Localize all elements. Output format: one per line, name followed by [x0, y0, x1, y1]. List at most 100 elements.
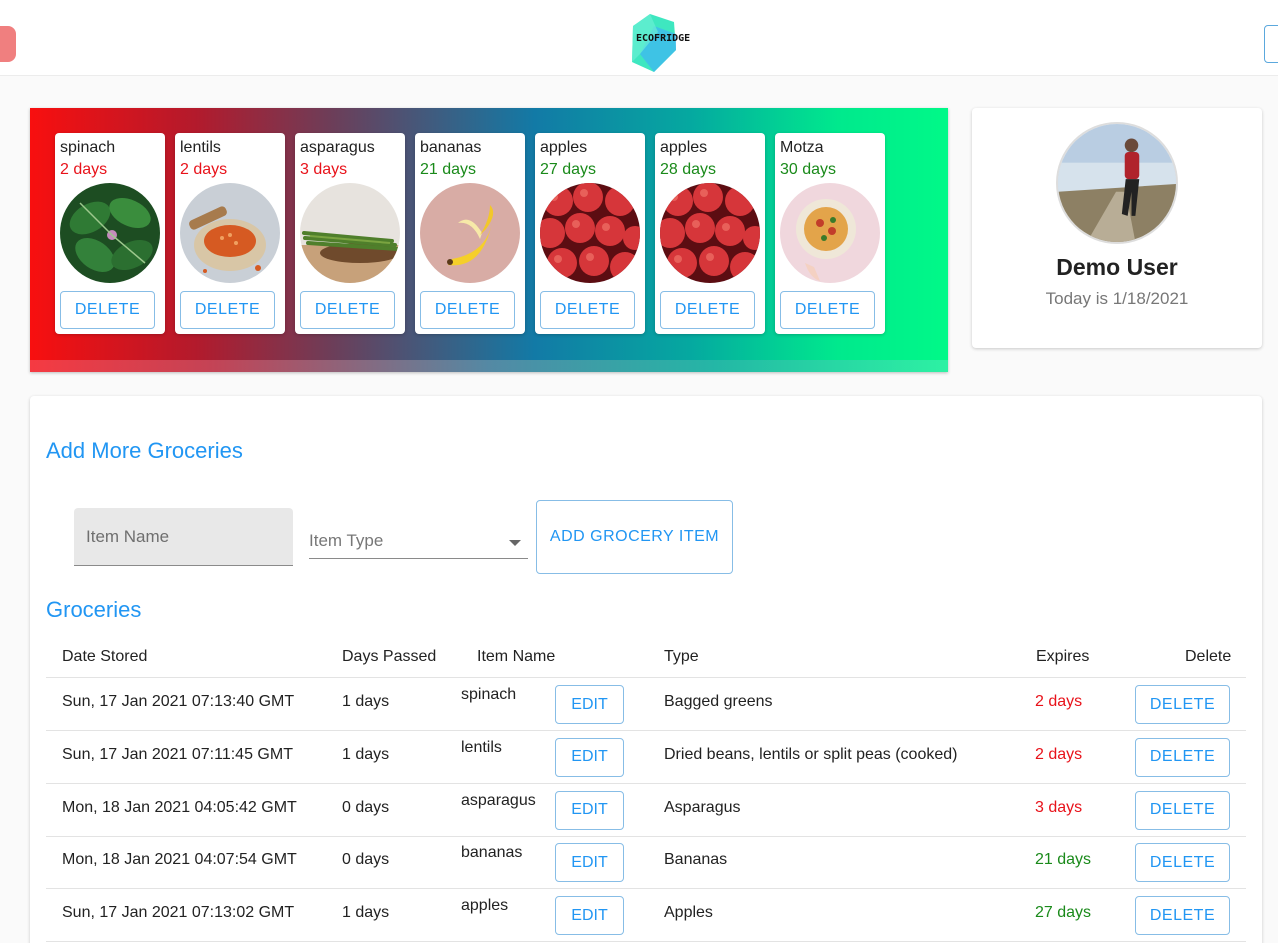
table-row: Mon, 18 Jan 2021 04:07:54 GMT 0 days banan… [46, 836, 1246, 890]
food-image [300, 183, 400, 283]
food-card: bananas 21 days DELETE [415, 133, 525, 334]
food-card: apples 27 days DELETE [535, 133, 645, 334]
cell-item-name: asparagus [461, 791, 536, 809]
dropdown-caret-icon [509, 540, 521, 546]
add-grocery-item-button[interactable]: ADD GROCERY ITEM [536, 500, 733, 574]
cell-days-passed: 1 days [342, 693, 390, 710]
cell-days-passed: 1 days [342, 745, 390, 763]
item-type-select[interactable]: Item Type [309, 516, 528, 559]
row-delete-button[interactable]: DELETE [1135, 685, 1230, 724]
cell-item-name: apples [461, 897, 509, 915]
edit-button[interactable]: EDIT [555, 896, 624, 936]
cell-item-name: spinach [461, 686, 517, 703]
edit-button[interactable]: EDIT [555, 685, 624, 724]
food-name: apples [540, 139, 588, 156]
profile-name: Demo User [1056, 254, 1178, 280]
cell-days-passed: 1 days [342, 904, 390, 922]
row-delete-button[interactable]: DELETE [1135, 896, 1230, 936]
app-bar: ECOFRIDGE [0, 0, 1278, 76]
cell-item-name: lentils [461, 738, 502, 756]
edit-button[interactable]: EDIT [555, 790, 624, 830]
cell-days-passed: 0 days [342, 851, 390, 869]
food-image [780, 183, 880, 283]
food-days-left: 2 days [60, 161, 108, 178]
expiring-items-banner: spinach 2 days DELETE lentils 2 days DELETE as… [30, 108, 948, 372]
table-row: Mon, 18 Jan 2021 04:05:42 GMT 0 days aspar… [46, 784, 1246, 837]
account-button[interactable] [1264, 25, 1278, 63]
cell-item-name: bananas [461, 844, 523, 862]
cell-expires: 27 days [1035, 904, 1092, 922]
item-name-placeholder: Item Name [86, 527, 170, 546]
food-delete-button[interactable]: DELETE [180, 291, 275, 329]
item-type-placeholder: Item Type [309, 531, 384, 550]
food-delete-button[interactable]: DELETE [60, 291, 155, 329]
food-name: Motza [780, 139, 824, 156]
cell-type: Apples [664, 904, 713, 922]
cell-type: Asparagus [664, 798, 741, 816]
cell-expires: 2 days [1035, 693, 1083, 710]
edit-button[interactable]: EDIT [555, 737, 624, 777]
col-days-passed[interactable]: Days Passed [342, 648, 436, 666]
food-image [420, 183, 520, 283]
ecofridge-logo[interactable] [618, 14, 698, 74]
food-delete-button[interactable]: DELETE [660, 291, 755, 329]
row-delete-button[interactable]: DELETE [1135, 737, 1230, 777]
food-days-left: 21 days [420, 161, 477, 178]
col-delete[interactable]: Delete [1185, 648, 1231, 666]
food-name: asparagus [300, 139, 375, 156]
groceries-panel: Add More Groceries Item Name Item Type A… [30, 396, 1262, 943]
add-groceries-title: Add More Groceries [46, 438, 243, 463]
cell-date-stored: Mon, 18 Jan 2021 04:07:54 GMT [62, 851, 297, 869]
food-card: apples 28 days DELETE [655, 133, 765, 334]
table-header: Date Stored Days Passed Item Name Type E… [46, 642, 1246, 678]
food-name: spinach [60, 139, 116, 156]
menu-button[interactable] [0, 26, 16, 62]
cell-expires: 2 days [1035, 745, 1083, 763]
food-card: spinach 2 days DELETE [55, 133, 165, 334]
cell-type: Bananas [664, 851, 728, 869]
food-image [60, 183, 160, 283]
edit-button[interactable]: EDIT [555, 843, 624, 883]
row-delete-button[interactable]: DELETE [1135, 790, 1230, 830]
food-days-left: 27 days [540, 161, 597, 178]
food-image [660, 183, 760, 283]
food-days-left: 2 days [180, 161, 228, 178]
banner-scrollbar[interactable] [30, 360, 948, 372]
food-days-left: 3 days [300, 161, 348, 178]
logo-text: ECOFRIDGE [636, 33, 691, 44]
food-days-left: 30 days [780, 161, 837, 178]
food-image [180, 183, 280, 283]
cell-type: Bagged greens [664, 693, 773, 710]
food-delete-button[interactable]: DELETE [540, 291, 635, 329]
avatar [1056, 122, 1178, 244]
food-days-left: 28 days [660, 161, 717, 178]
food-name: apples [660, 139, 708, 156]
table-row: Sun, 17 Jan 2021 07:13:40 GMT 1 days spina… [46, 678, 1246, 731]
food-card: lentils 2 days DELETE [175, 133, 285, 334]
col-expires[interactable]: Expires [1036, 648, 1089, 666]
food-delete-button[interactable]: DELETE [300, 291, 395, 329]
food-name: lentils [180, 139, 221, 156]
food-name: bananas [420, 139, 482, 156]
food-delete-button[interactable]: DELETE [420, 291, 515, 329]
cell-date-stored: Sun, 17 Jan 2021 07:11:45 GMT [62, 745, 293, 763]
cell-expires: 3 days [1035, 798, 1083, 816]
food-delete-button[interactable]: DELETE [780, 291, 875, 329]
cell-days-passed: 0 days [342, 798, 390, 816]
cell-type: Dried beans, lentils or split peas (cook… [664, 745, 958, 763]
groceries-title: Groceries [46, 597, 142, 622]
cell-date-stored: Sun, 17 Jan 2021 07:13:40 GMT [62, 693, 295, 710]
row-delete-button[interactable]: DELETE [1135, 843, 1230, 883]
cell-expires: 21 days [1035, 851, 1092, 869]
item-name-input[interactable]: Item Name [74, 508, 293, 566]
food-card: Motza 30 days DELETE [775, 133, 885, 334]
table-row: Sun, 17 Jan 2021 07:13:02 GMT 1 days apple… [46, 889, 1246, 943]
col-type[interactable]: Type [664, 648, 699, 666]
food-card: asparagus 3 days DELETE [295, 133, 405, 334]
table-row: Sun, 17 Jan 2021 07:11:45 GMT 1 days lenti… [46, 731, 1246, 784]
profile-card: Demo User Today is 1/18/2021 [972, 108, 1262, 348]
cell-date-stored: Sun, 17 Jan 2021 07:13:02 GMT [62, 904, 295, 922]
cell-date-stored: Mon, 18 Jan 2021 04:05:42 GMT [62, 798, 297, 816]
col-date-stored[interactable]: Date Stored [62, 648, 147, 666]
col-item-name[interactable]: Item Name [477, 648, 555, 666]
